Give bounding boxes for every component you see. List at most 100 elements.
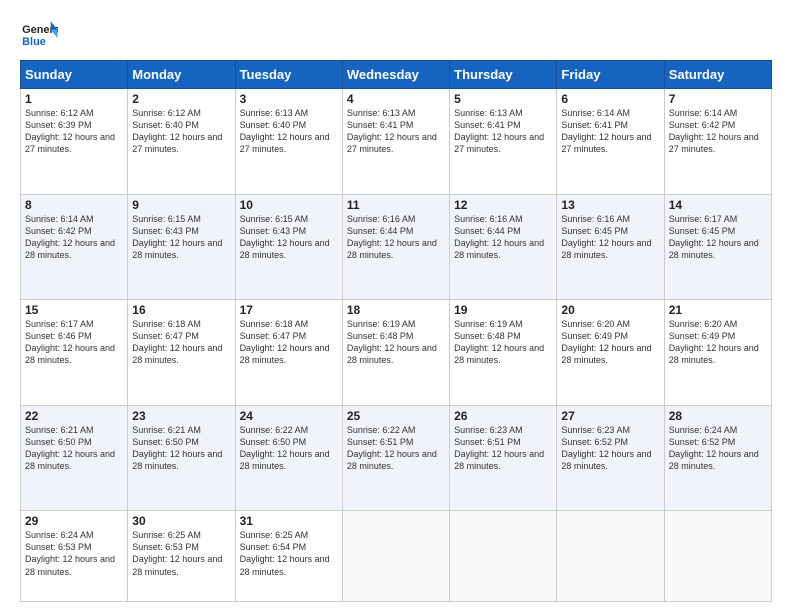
day-number: 1: [25, 92, 123, 106]
logo: General Blue: [20, 18, 58, 50]
calendar-cell: 23Sunrise: 6:21 AMSunset: 6:50 PMDayligh…: [128, 405, 235, 511]
calendar-cell: 3Sunrise: 6:13 AMSunset: 6:40 PMDaylight…: [235, 89, 342, 195]
calendar-cell: 8Sunrise: 6:14 AMSunset: 6:42 PMDaylight…: [21, 194, 128, 300]
calendar-cell: 1Sunrise: 6:12 AMSunset: 6:39 PMDaylight…: [21, 89, 128, 195]
calendar-cell: 26Sunrise: 6:23 AMSunset: 6:51 PMDayligh…: [450, 405, 557, 511]
calendar-cell: 10Sunrise: 6:15 AMSunset: 6:43 PMDayligh…: [235, 194, 342, 300]
day-number: 25: [347, 409, 445, 423]
day-number: 17: [240, 303, 338, 317]
day-number: 3: [240, 92, 338, 106]
calendar-cell: 9Sunrise: 6:15 AMSunset: 6:43 PMDaylight…: [128, 194, 235, 300]
calendar-cell: 22Sunrise: 6:21 AMSunset: 6:50 PMDayligh…: [21, 405, 128, 511]
day-detail: Sunrise: 6:25 AMSunset: 6:54 PMDaylight:…: [240, 529, 338, 578]
calendar-cell: 14Sunrise: 6:17 AMSunset: 6:45 PMDayligh…: [664, 194, 771, 300]
day-detail: Sunrise: 6:13 AMSunset: 6:41 PMDaylight:…: [454, 107, 552, 156]
day-detail: Sunrise: 6:15 AMSunset: 6:43 PMDaylight:…: [240, 213, 338, 262]
calendar-cell: 18Sunrise: 6:19 AMSunset: 6:48 PMDayligh…: [342, 300, 449, 406]
svg-text:Blue: Blue: [22, 36, 46, 48]
day-number: 6: [561, 92, 659, 106]
day-number: 26: [454, 409, 552, 423]
day-detail: Sunrise: 6:22 AMSunset: 6:50 PMDaylight:…: [240, 424, 338, 473]
calendar-cell: 19Sunrise: 6:19 AMSunset: 6:48 PMDayligh…: [450, 300, 557, 406]
day-number: 19: [454, 303, 552, 317]
day-number: 8: [25, 198, 123, 212]
header: General Blue: [20, 18, 772, 50]
calendar-cell: 15Sunrise: 6:17 AMSunset: 6:46 PMDayligh…: [21, 300, 128, 406]
day-detail: Sunrise: 6:14 AMSunset: 6:41 PMDaylight:…: [561, 107, 659, 156]
logo-icon: General Blue: [20, 18, 58, 50]
day-number: 24: [240, 409, 338, 423]
calendar-col-header: Tuesday: [235, 61, 342, 89]
calendar-cell: [450, 511, 557, 602]
calendar-cell: [557, 511, 664, 602]
calendar-col-header: Sunday: [21, 61, 128, 89]
day-detail: Sunrise: 6:14 AMSunset: 6:42 PMDaylight:…: [669, 107, 767, 156]
calendar-table: SundayMondayTuesdayWednesdayThursdayFrid…: [20, 60, 772, 602]
calendar-cell: 27Sunrise: 6:23 AMSunset: 6:52 PMDayligh…: [557, 405, 664, 511]
calendar-cell: 31Sunrise: 6:25 AMSunset: 6:54 PMDayligh…: [235, 511, 342, 602]
day-number: 11: [347, 198, 445, 212]
calendar-week-row: 15Sunrise: 6:17 AMSunset: 6:46 PMDayligh…: [21, 300, 772, 406]
day-detail: Sunrise: 6:17 AMSunset: 6:45 PMDaylight:…: [669, 213, 767, 262]
calendar-cell: 28Sunrise: 6:24 AMSunset: 6:52 PMDayligh…: [664, 405, 771, 511]
calendar-cell: [664, 511, 771, 602]
calendar-cell: 30Sunrise: 6:25 AMSunset: 6:53 PMDayligh…: [128, 511, 235, 602]
day-number: 2: [132, 92, 230, 106]
day-detail: Sunrise: 6:24 AMSunset: 6:52 PMDaylight:…: [669, 424, 767, 473]
day-number: 18: [347, 303, 445, 317]
day-detail: Sunrise: 6:21 AMSunset: 6:50 PMDaylight:…: [25, 424, 123, 473]
calendar-cell: 24Sunrise: 6:22 AMSunset: 6:50 PMDayligh…: [235, 405, 342, 511]
day-number: 7: [669, 92, 767, 106]
calendar-cell: 13Sunrise: 6:16 AMSunset: 6:45 PMDayligh…: [557, 194, 664, 300]
day-detail: Sunrise: 6:24 AMSunset: 6:53 PMDaylight:…: [25, 529, 123, 578]
day-detail: Sunrise: 6:18 AMSunset: 6:47 PMDaylight:…: [240, 318, 338, 367]
day-number: 31: [240, 514, 338, 528]
day-number: 4: [347, 92, 445, 106]
day-detail: Sunrise: 6:25 AMSunset: 6:53 PMDaylight:…: [132, 529, 230, 578]
day-detail: Sunrise: 6:22 AMSunset: 6:51 PMDaylight:…: [347, 424, 445, 473]
calendar-cell: 29Sunrise: 6:24 AMSunset: 6:53 PMDayligh…: [21, 511, 128, 602]
calendar-cell: 20Sunrise: 6:20 AMSunset: 6:49 PMDayligh…: [557, 300, 664, 406]
day-number: 10: [240, 198, 338, 212]
calendar-col-header: Thursday: [450, 61, 557, 89]
day-number: 9: [132, 198, 230, 212]
day-detail: Sunrise: 6:12 AMSunset: 6:40 PMDaylight:…: [132, 107, 230, 156]
day-detail: Sunrise: 6:13 AMSunset: 6:41 PMDaylight:…: [347, 107, 445, 156]
day-number: 20: [561, 303, 659, 317]
calendar-cell: 7Sunrise: 6:14 AMSunset: 6:42 PMDaylight…: [664, 89, 771, 195]
calendar-cell: 5Sunrise: 6:13 AMSunset: 6:41 PMDaylight…: [450, 89, 557, 195]
day-detail: Sunrise: 6:16 AMSunset: 6:45 PMDaylight:…: [561, 213, 659, 262]
day-detail: Sunrise: 6:19 AMSunset: 6:48 PMDaylight:…: [347, 318, 445, 367]
day-detail: Sunrise: 6:19 AMSunset: 6:48 PMDaylight:…: [454, 318, 552, 367]
day-number: 30: [132, 514, 230, 528]
day-detail: Sunrise: 6:20 AMSunset: 6:49 PMDaylight:…: [561, 318, 659, 367]
calendar-week-row: 22Sunrise: 6:21 AMSunset: 6:50 PMDayligh…: [21, 405, 772, 511]
calendar-week-row: 29Sunrise: 6:24 AMSunset: 6:53 PMDayligh…: [21, 511, 772, 602]
day-detail: Sunrise: 6:14 AMSunset: 6:42 PMDaylight:…: [25, 213, 123, 262]
day-detail: Sunrise: 6:21 AMSunset: 6:50 PMDaylight:…: [132, 424, 230, 473]
day-number: 15: [25, 303, 123, 317]
calendar-col-header: Wednesday: [342, 61, 449, 89]
calendar-cell: 4Sunrise: 6:13 AMSunset: 6:41 PMDaylight…: [342, 89, 449, 195]
calendar-week-row: 1Sunrise: 6:12 AMSunset: 6:39 PMDaylight…: [21, 89, 772, 195]
calendar-cell: [342, 511, 449, 602]
day-detail: Sunrise: 6:18 AMSunset: 6:47 PMDaylight:…: [132, 318, 230, 367]
day-number: 27: [561, 409, 659, 423]
calendar-cell: 6Sunrise: 6:14 AMSunset: 6:41 PMDaylight…: [557, 89, 664, 195]
calendar-cell: 11Sunrise: 6:16 AMSunset: 6:44 PMDayligh…: [342, 194, 449, 300]
calendar-col-header: Saturday: [664, 61, 771, 89]
day-number: 14: [669, 198, 767, 212]
day-detail: Sunrise: 6:23 AMSunset: 6:51 PMDaylight:…: [454, 424, 552, 473]
day-detail: Sunrise: 6:15 AMSunset: 6:43 PMDaylight:…: [132, 213, 230, 262]
calendar-cell: 16Sunrise: 6:18 AMSunset: 6:47 PMDayligh…: [128, 300, 235, 406]
day-detail: Sunrise: 6:17 AMSunset: 6:46 PMDaylight:…: [25, 318, 123, 367]
day-number: 28: [669, 409, 767, 423]
day-detail: Sunrise: 6:16 AMSunset: 6:44 PMDaylight:…: [347, 213, 445, 262]
day-number: 22: [25, 409, 123, 423]
day-number: 13: [561, 198, 659, 212]
calendar-col-header: Friday: [557, 61, 664, 89]
day-number: 29: [25, 514, 123, 528]
day-detail: Sunrise: 6:12 AMSunset: 6:39 PMDaylight:…: [25, 107, 123, 156]
calendar-cell: 12Sunrise: 6:16 AMSunset: 6:44 PMDayligh…: [450, 194, 557, 300]
day-number: 16: [132, 303, 230, 317]
